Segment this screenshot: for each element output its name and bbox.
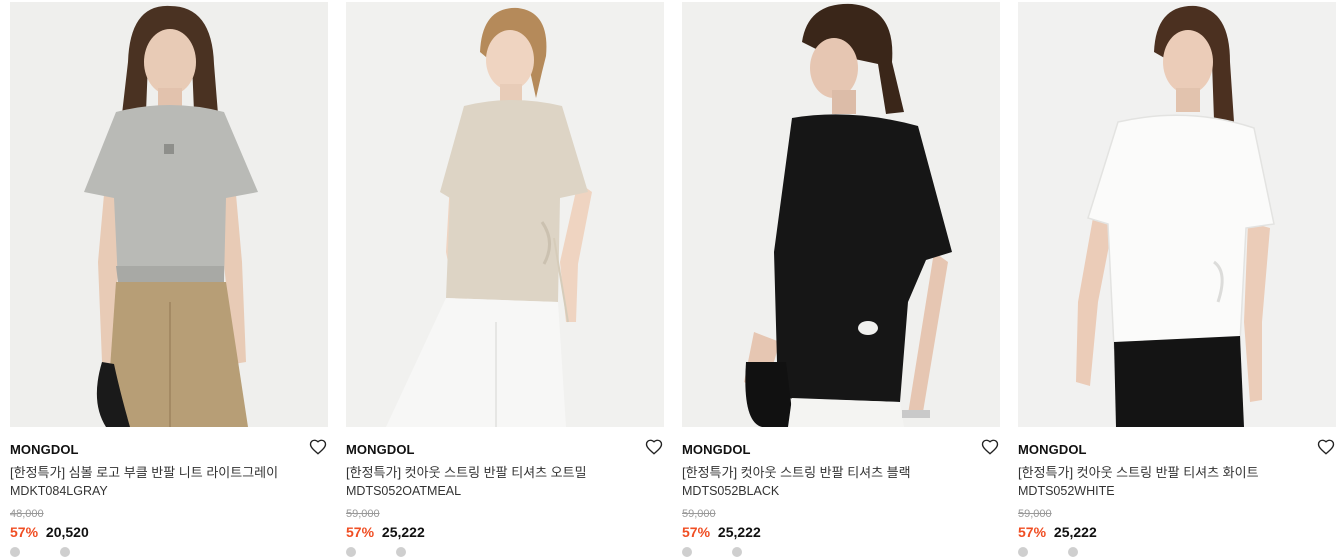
discount-rate: 57% <box>10 524 39 540</box>
product-image[interactable] <box>10 2 328 427</box>
product-code[interactable]: MDTS052BLACK <box>682 482 1000 500</box>
heart-outline-icon[interactable] <box>645 438 663 456</box>
price-row: 57% 20,520 <box>10 523 328 541</box>
heart-outline-icon[interactable] <box>981 438 999 456</box>
discount-rate: 57% <box>1018 524 1047 540</box>
original-price: 59,000 <box>346 508 380 520</box>
product-card[interactable]: MONGDOL [한정특가] 컷아웃 스트링 반팔 티셔츠 오트밀 MDTS05… <box>346 2 664 557</box>
product-grid: MONGDOL [한정특가] 심볼 로고 부클 반팔 니트 라이트그레이 MDK… <box>0 0 1342 557</box>
product-image[interactable] <box>682 2 1000 427</box>
original-price: 48,000 <box>10 508 44 520</box>
price-row: 57% 25,222 <box>682 523 1000 541</box>
product-name[interactable]: [한정특가] 컷아웃 스트링 반팔 티셔츠 블랙 <box>682 464 1000 482</box>
product-image[interactable] <box>346 2 664 427</box>
brand-name[interactable]: MONGDOL <box>682 442 751 457</box>
brand-name[interactable]: MONGDOL <box>1018 442 1087 457</box>
original-price: 59,000 <box>682 508 716 520</box>
original-price: 59,000 <box>1018 508 1052 520</box>
product-code[interactable]: MDTS052WHITE <box>1018 482 1336 500</box>
sale-price: 25,222 <box>381 524 425 540</box>
discount-rate: 57% <box>346 524 375 540</box>
product-name[interactable]: [한정특가] 컷아웃 스트링 반팔 티셔츠 화이트 <box>1018 464 1336 482</box>
brand-name[interactable]: MONGDOL <box>10 442 79 457</box>
model-photo <box>1018 2 1336 427</box>
price-row: 57% 25,222 <box>346 523 664 541</box>
price-row: 57% 25,222 <box>1018 523 1336 541</box>
discount-rate: 57% <box>682 524 711 540</box>
model-photo <box>682 2 1000 427</box>
sale-price: 25,222 <box>717 524 761 540</box>
brand-name[interactable]: MONGDOL <box>346 442 415 457</box>
product-card[interactable]: MONGDOL [한정특가] 컷아웃 스트링 반팔 티셔츠 블랙 MDTS052… <box>682 2 1000 557</box>
sale-price: 20,520 <box>45 524 89 540</box>
model-photo <box>346 2 664 427</box>
product-card[interactable]: MONGDOL [한정특가] 심볼 로고 부클 반팔 니트 라이트그레이 MDK… <box>10 2 328 557</box>
product-code[interactable]: MDKT084LGRAY <box>10 482 328 500</box>
product-card[interactable]: MONGDOL [한정특가] 컷아웃 스트링 반팔 티셔츠 화이트 MDTS05… <box>1018 2 1336 557</box>
product-name[interactable]: [한정특가] 심볼 로고 부클 반팔 니트 라이트그레이 <box>10 464 328 482</box>
product-image[interactable] <box>1018 2 1336 427</box>
heart-outline-icon[interactable] <box>309 438 327 456</box>
product-name[interactable]: [한정특가] 컷아웃 스트링 반팔 티셔츠 오트밀 <box>346 464 664 482</box>
model-photo <box>10 2 328 427</box>
sale-price: 25,222 <box>1053 524 1097 540</box>
heart-outline-icon[interactable] <box>1317 438 1335 456</box>
product-code[interactable]: MDTS052OATMEAL <box>346 482 664 500</box>
